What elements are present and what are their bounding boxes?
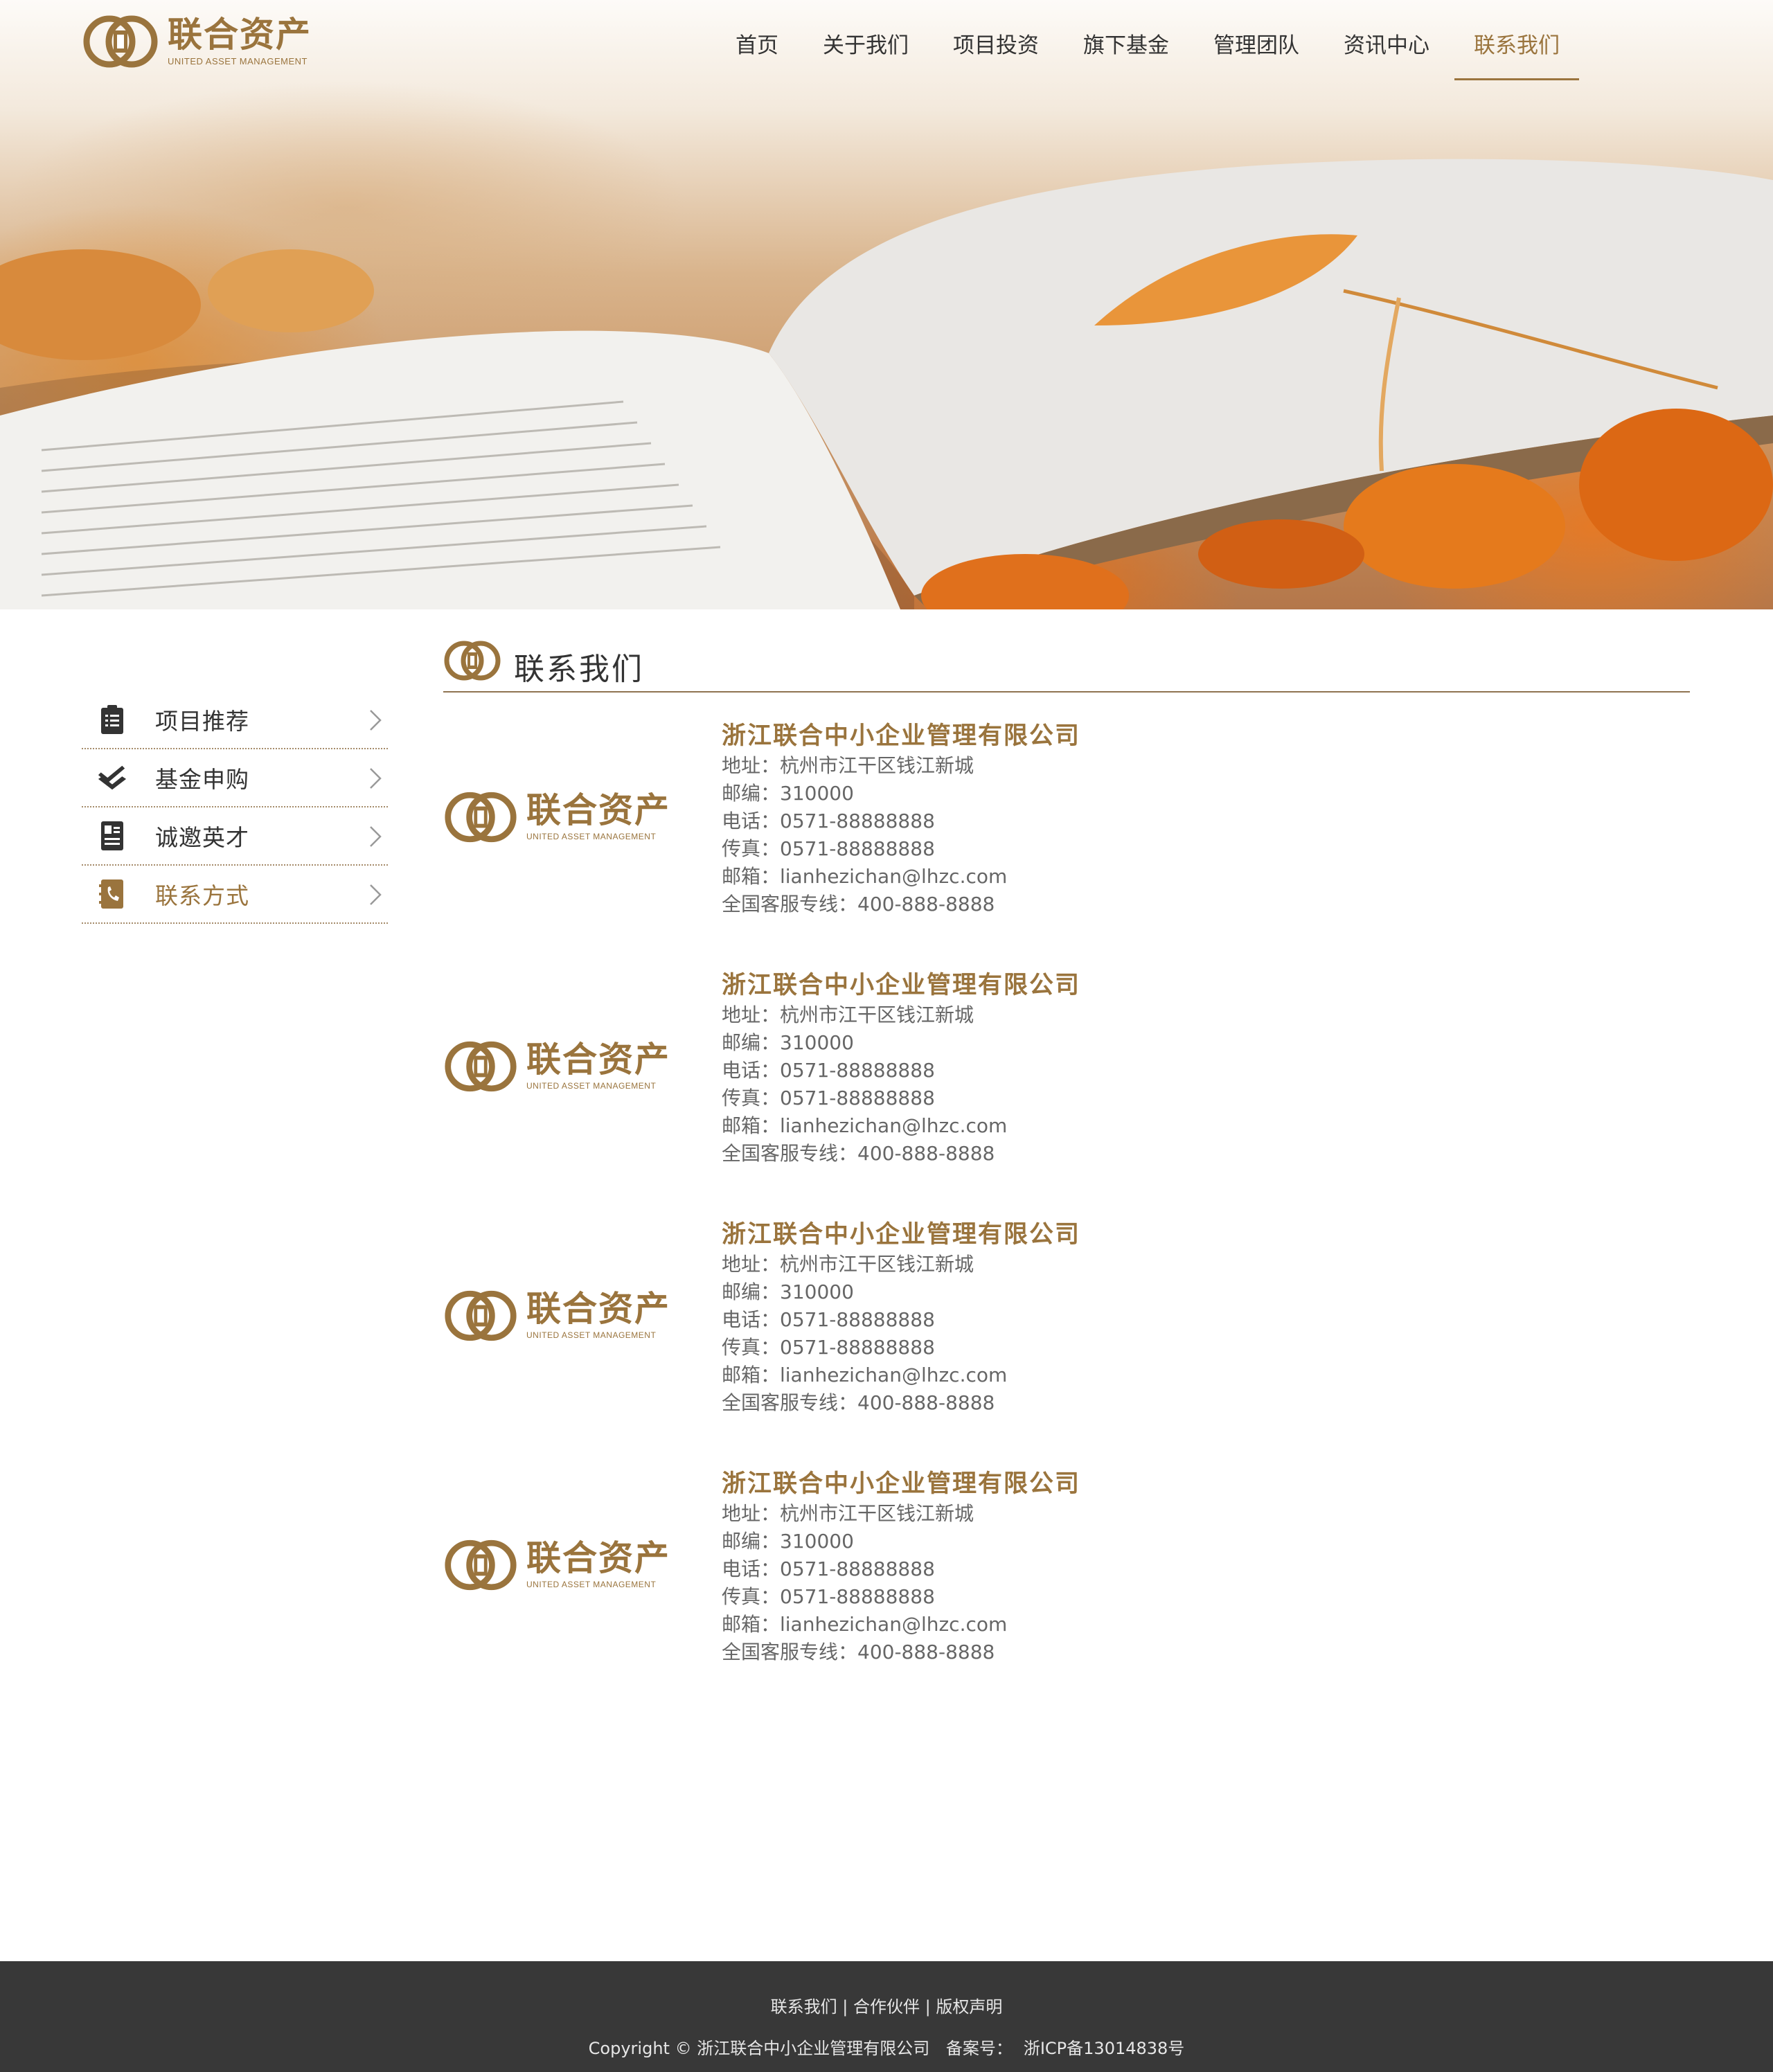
fax: 传真：0571-88888888 — [722, 837, 935, 860]
contact-info: 浙江联合中小企业管理有限公司 地址：杭州市江干区钱江新城 邮编：310000 电… — [722, 720, 1080, 918]
sidebar-item-careers[interactable]: 诚邀英才 — [82, 807, 388, 866]
hotline: 全国客服专线：400-888-8888 — [722, 1142, 995, 1165]
company-name: 浙江联合中小企业管理有限公司 — [722, 972, 1081, 999]
chevron-right-icon — [370, 710, 382, 731]
address: 地址：杭州市江干区钱江新城 — [722, 1003, 974, 1026]
email[interactable]: 邮箱：lianhezichan@lhzc.com — [722, 863, 1080, 891]
hero-banner — [0, 0, 1773, 609]
logo-name-cn: 联合资产 — [526, 1289, 670, 1329]
company-name: 浙江联合中小企业管理有限公司 — [722, 1221, 1081, 1249]
address: 地址：杭州市江干区钱江新城 — [722, 1253, 974, 1276]
sidebar-item-fund-subscribe[interactable]: 基金申购 — [82, 749, 388, 807]
logo-name-en: UNITED ASSET MANAGEMENT — [168, 55, 308, 66]
postcode: 邮编：310000 — [722, 1031, 854, 1054]
clipboard-list-icon — [97, 704, 127, 735]
logo-name-cn: 联合资产 — [526, 1039, 670, 1080]
fax: 传真：0571-88888888 — [722, 1336, 935, 1359]
layers-check-icon — [97, 762, 127, 793]
phone: 电话：0571-88888888 — [722, 1059, 935, 1082]
sidebar-item-label: 诚邀英才 — [155, 824, 249, 851]
logo-mark-icon — [444, 641, 501, 681]
nav-item-news[interactable]: 资讯中心 — [1324, 33, 1449, 80]
sidebar-item-label: 联系方式 — [155, 882, 249, 909]
footer-separator: | — [925, 1997, 931, 2017]
company-name: 浙江联合中小企业管理有限公司 — [722, 722, 1081, 750]
email[interactable]: 邮箱：lianhezichan@lhzc.com — [722, 1361, 1080, 1389]
company-name: 浙江联合中小企业管理有限公司 — [722, 1470, 1081, 1498]
sidebar: 项目推荐 基金申购 诚邀英才 联系方式 — [82, 691, 388, 924]
id-card-icon — [97, 821, 127, 851]
record-number[interactable]: 浙ICP备13014838号 — [1024, 2039, 1184, 2058]
header-logo[interactable]: 联合资产 UNITED ASSET MANAGEMENT — [82, 14, 312, 69]
logo-name-en: UNITED ASSET MANAGEMENT — [526, 1081, 657, 1091]
fax: 传真：0571-88888888 — [722, 1585, 935, 1608]
logo-name-en: UNITED ASSET MANAGEMENT — [526, 1330, 657, 1340]
logo-name-en: UNITED ASSET MANAGEMENT — [526, 832, 657, 841]
nav-item-funds[interactable]: 旗下基金 — [1064, 33, 1188, 80]
open-book-illustration — [0, 159, 1773, 609]
company-logo: 联合资产 UNITED ASSET MANAGEMENT — [443, 1537, 670, 1593]
fax: 传真：0571-88888888 — [722, 1087, 935, 1109]
sidebar-item-project-recommend[interactable]: 项目推荐 — [82, 691, 388, 749]
sidebar-item-label: 基金申购 — [155, 766, 249, 793]
logo-name-cn: 联合资产 — [526, 790, 670, 830]
company-logo: 联合资产 UNITED ASSET MANAGEMENT — [443, 1288, 670, 1343]
record-label: 备案号： — [945, 2039, 1013, 2058]
nav-item-projects[interactable]: 项目投资 — [934, 33, 1058, 80]
footer-link-contact[interactable]: 联系我们 — [771, 1997, 837, 2017]
logo-name-cn: 联合资产 — [526, 1538, 670, 1578]
phone: 电话：0571-88888888 — [722, 810, 935, 832]
copyright-text: Copyright © 浙江联合中小企业管理有限公司 — [588, 2039, 930, 2058]
postcode: 邮编：310000 — [722, 782, 854, 805]
contact-card: 联合资产 UNITED ASSET MANAGEMENT 浙江联合中小企业管理有… — [443, 720, 1690, 928]
footer-links: 联系我们 | 合作伙伴 | 版权声明 — [0, 1993, 1773, 2017]
page-title: 联系我们 — [514, 652, 644, 687]
contact-info: 浙江联合中小企业管理有限公司 地址：杭州市江干区钱江新城 邮编：310000 电… — [722, 970, 1080, 1168]
contact-card: 联合资产 UNITED ASSET MANAGEMENT 浙江联合中小企业管理有… — [443, 1219, 1690, 1427]
logo-mark-icon — [443, 789, 518, 845]
logo-mark-icon — [443, 1537, 518, 1593]
chevron-right-icon — [370, 768, 382, 789]
contact-card: 联合资产 UNITED ASSET MANAGEMENT 浙江联合中小企业管理有… — [443, 1468, 1690, 1676]
email[interactable]: 邮箱：lianhezichan@lhzc.com — [722, 1112, 1080, 1140]
hotline: 全国客服专线：400-888-8888 — [722, 1391, 995, 1414]
phone: 电话：0571-88888888 — [722, 1308, 935, 1331]
sidebar-item-contact-method[interactable]: 联系方式 — [82, 866, 388, 924]
nav-item-about[interactable]: 关于我们 — [803, 33, 928, 80]
footer-link-copyright[interactable]: 版权声明 — [936, 1997, 1002, 2017]
nav-item-team[interactable]: 管理团队 — [1194, 33, 1319, 80]
contact-info: 浙江联合中小企业管理有限公司 地址：杭州市江干区钱江新城 邮编：310000 电… — [722, 1468, 1080, 1666]
postcode: 邮编：310000 — [722, 1280, 854, 1303]
company-logo: 联合资产 UNITED ASSET MANAGEMENT — [443, 789, 670, 845]
nav-item-home[interactable]: 首页 — [716, 33, 798, 80]
hotline: 全国客服专线：400-888-8888 — [722, 1641, 995, 1663]
email[interactable]: 邮箱：lianhezichan@lhzc.com — [722, 1611, 1080, 1638]
address: 地址：杭州市江干区钱江新城 — [722, 754, 974, 777]
company-logo: 联合资产 UNITED ASSET MANAGEMENT — [443, 1039, 670, 1094]
footer-copyright: Copyright © 浙江联合中小企业管理有限公司 备案号： 浙ICP备1301… — [0, 2035, 1773, 2059]
address: 地址：杭州市江干区钱江新城 — [722, 1502, 974, 1525]
footer-separator: | — [842, 1997, 848, 2017]
chevron-right-icon — [370, 826, 382, 847]
chevron-right-icon — [370, 884, 382, 905]
footer: 联系我们 | 合作伙伴 | 版权声明 Copyright © 浙江联合中小企业管… — [0, 1961, 1773, 2072]
sidebar-item-label: 项目推荐 — [155, 708, 249, 735]
section-header: 联系我们 — [443, 636, 1690, 693]
phone: 电话：0571-88888888 — [722, 1557, 935, 1580]
logo-mark-icon — [443, 1288, 518, 1343]
postcode: 邮编：310000 — [722, 1530, 854, 1553]
contact-card: 联合资产 UNITED ASSET MANAGEMENT 浙江联合中小企业管理有… — [443, 970, 1690, 1177]
nav-item-contact[interactable]: 联系我们 — [1454, 33, 1579, 81]
logo-name-cn: 联合资产 — [168, 14, 312, 55]
logo-name-en: UNITED ASSET MANAGEMENT — [526, 1580, 657, 1589]
contact-info: 浙江联合中小企业管理有限公司 地址：杭州市江干区钱江新城 邮编：310000 电… — [722, 1219, 1080, 1417]
phone-book-icon — [97, 879, 127, 909]
footer-link-partners[interactable]: 合作伙伴 — [853, 1997, 920, 2017]
main-nav: 首页 关于我们 项目投资 旗下基金 管理团队 资讯中心 联系我们 — [711, 33, 1579, 81]
logo-mark-icon — [443, 1039, 518, 1094]
logo-mark-icon — [82, 14, 159, 69]
hotline: 全国客服专线：400-888-8888 — [722, 893, 995, 916]
